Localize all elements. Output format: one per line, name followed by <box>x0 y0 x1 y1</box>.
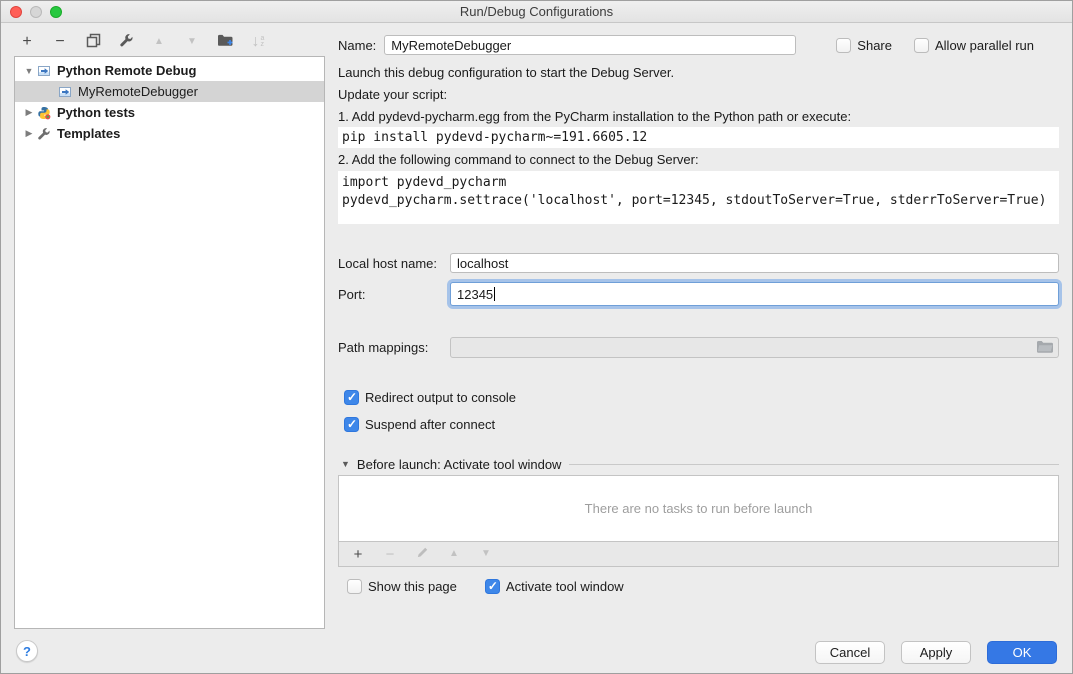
text-caret <box>494 287 495 301</box>
activate-tool-window-checkbox[interactable] <box>485 579 500 594</box>
wrench-icon <box>36 126 52 142</box>
move-task-up-button[interactable]: ▲ <box>444 544 464 564</box>
separator-line <box>569 464 1059 465</box>
suspend-after-connect-row: Suspend after connect <box>338 415 1059 433</box>
add-configuration-button[interactable]: + <box>17 32 37 52</box>
port-label: Port: <box>338 287 450 302</box>
configurations-toolbar: + − ▲ ▼ ↓az <box>17 31 268 53</box>
sort-az-icon: ↓az <box>252 34 265 50</box>
activate-tool-window-label: Activate tool window <box>506 579 624 594</box>
allow-parallel-run-label: Allow parallel run <box>935 38 1034 53</box>
configurations-tree: ▼ Python Remote Debug MyRemoteDebugger ▶… <box>14 56 325 629</box>
chevron-collapsed-icon[interactable]: ▶ <box>22 107 36 118</box>
chevron-expanded-icon[interactable]: ▼ <box>22 66 36 76</box>
help-button[interactable]: ? <box>16 640 38 662</box>
collapse-triangle-icon[interactable]: ▼ <box>341 459 350 469</box>
copy-icon <box>86 33 101 52</box>
show-this-page-label: Show this page <box>368 579 457 594</box>
tree-item-templates[interactable]: ▶ Templates <box>15 123 324 144</box>
new-folder-icon <box>217 33 234 51</box>
settrace-code-block: import pydevd_pycharm pydevd_pycharm.set… <box>338 171 1059 224</box>
pip-command-strip: pip install pydevd-pycharm~=191.6605.12 <box>338 127 1059 148</box>
port-input[interactable]: 12345 <box>450 282 1059 306</box>
step2-text: 2. Add the following command to connect … <box>338 152 1059 167</box>
tree-item-label: Python tests <box>57 105 135 120</box>
edit-task-button[interactable] <box>412 544 432 564</box>
pencil-icon <box>416 546 429 562</box>
step1-text: 1. Add pydevd-pycharm.egg from the PyCha… <box>338 109 1059 124</box>
remote-debug-config-icon <box>36 63 52 79</box>
edit-templates-button[interactable] <box>116 32 136 52</box>
titlebar: Run/Debug Configurations <box>1 1 1072 23</box>
redirect-output-checkbox[interactable] <box>344 390 359 405</box>
tree-item-label: Python Remote Debug <box>57 63 196 78</box>
tree-item-python-tests[interactable]: ▶ Python tests <box>15 102 324 123</box>
update-script-text: Update your script: <box>338 87 1059 102</box>
add-task-button[interactable]: + <box>348 544 368 564</box>
cancel-button[interactable]: Cancel <box>815 641 885 664</box>
local-host-row: Local host name: <box>338 252 1059 274</box>
move-down-button[interactable]: ▼ <box>182 32 202 52</box>
close-button[interactable] <box>10 6 22 18</box>
remove-configuration-button[interactable]: − <box>50 32 70 52</box>
port-value: 12345 <box>457 287 493 302</box>
before-launch-header[interactable]: ▼ Before launch: Activate tool window <box>338 456 1059 472</box>
intro-text: Launch this debug configuration to start… <box>338 65 1059 80</box>
before-launch-toolbar: + − ▲ ▼ <box>338 542 1059 567</box>
local-host-label: Local host name: <box>338 256 450 271</box>
bottom-options-row: Show this page Activate tool window <box>338 577 1059 595</box>
suspend-after-connect-label: Suspend after connect <box>365 417 495 432</box>
code-line-1: import pydevd_pycharm <box>342 174 1059 192</box>
up-arrow-icon: ▲ <box>449 549 459 559</box>
allow-parallel-run-checkbox[interactable] <box>914 38 929 53</box>
question-mark-icon: ? <box>23 644 31 659</box>
pip-command-text: pip install pydevd-pycharm~=191.6605.12 <box>342 130 647 145</box>
up-arrow-icon: ▲ <box>154 37 164 47</box>
share-checkbox[interactable] <box>836 38 851 53</box>
before-launch-task-list[interactable]: There are no tasks to run before launch <box>338 475 1059 542</box>
path-mappings-input[interactable] <box>450 337 1059 358</box>
suspend-after-connect-checkbox[interactable] <box>344 417 359 432</box>
name-label: Name: <box>338 38 376 53</box>
apply-button[interactable]: Apply <box>901 641 971 664</box>
move-up-button[interactable]: ▲ <box>149 32 169 52</box>
copy-configuration-button[interactable] <box>83 32 103 52</box>
move-task-down-button[interactable]: ▼ <box>476 544 496 564</box>
chevron-collapsed-icon[interactable]: ▶ <box>22 128 36 139</box>
down-arrow-icon: ▼ <box>481 549 491 559</box>
show-this-page-checkbox[interactable] <box>347 579 362 594</box>
minimize-button[interactable] <box>30 6 42 18</box>
remove-task-button[interactable]: − <box>380 544 400 564</box>
name-row: Name: Share Allow parallel run <box>338 33 1059 57</box>
tree-item-myremotedebugger[interactable]: MyRemoteDebugger <box>15 81 324 102</box>
name-input[interactable] <box>384 35 796 55</box>
tree-item-python-remote-debug[interactable]: ▼ Python Remote Debug <box>15 60 324 81</box>
before-launch-title: Before launch: Activate tool window <box>357 457 562 472</box>
window-title: Run/Debug Configurations <box>460 4 613 19</box>
create-folder-button[interactable] <box>215 32 235 52</box>
tree-item-label: Templates <box>57 126 120 141</box>
redirect-output-label: Redirect output to console <box>365 390 516 405</box>
redirect-output-row: Redirect output to console <box>338 388 1059 406</box>
run-debug-configurations-dialog: Run/Debug Configurations + − ▲ ▼ ↓az ▼ P… <box>0 0 1073 674</box>
browse-folder-icon[interactable] <box>1036 340 1054 356</box>
dialog-buttons: Cancel Apply OK <box>815 641 1057 664</box>
share-label: Share <box>857 38 892 53</box>
down-arrow-icon: ▼ <box>187 37 197 47</box>
remote-debug-config-icon <box>57 84 73 100</box>
port-row: Port: 12345 <box>338 281 1059 307</box>
code-line-2: pydevd_pycharm.settrace('localhost', por… <box>342 192 1059 210</box>
python-tests-icon <box>36 105 52 121</box>
path-mappings-row: Path mappings: <box>338 336 1059 359</box>
wrench-icon <box>119 33 134 52</box>
sort-configurations-button[interactable]: ↓az <box>248 32 268 52</box>
traffic-lights <box>10 6 62 18</box>
path-mappings-label: Path mappings: <box>338 340 450 355</box>
ok-button[interactable]: OK <box>987 641 1057 664</box>
tree-item-label: MyRemoteDebugger <box>78 84 198 99</box>
empty-tasks-message: There are no tasks to run before launch <box>585 501 813 516</box>
zoom-button[interactable] <box>50 6 62 18</box>
local-host-input[interactable] <box>450 253 1059 273</box>
